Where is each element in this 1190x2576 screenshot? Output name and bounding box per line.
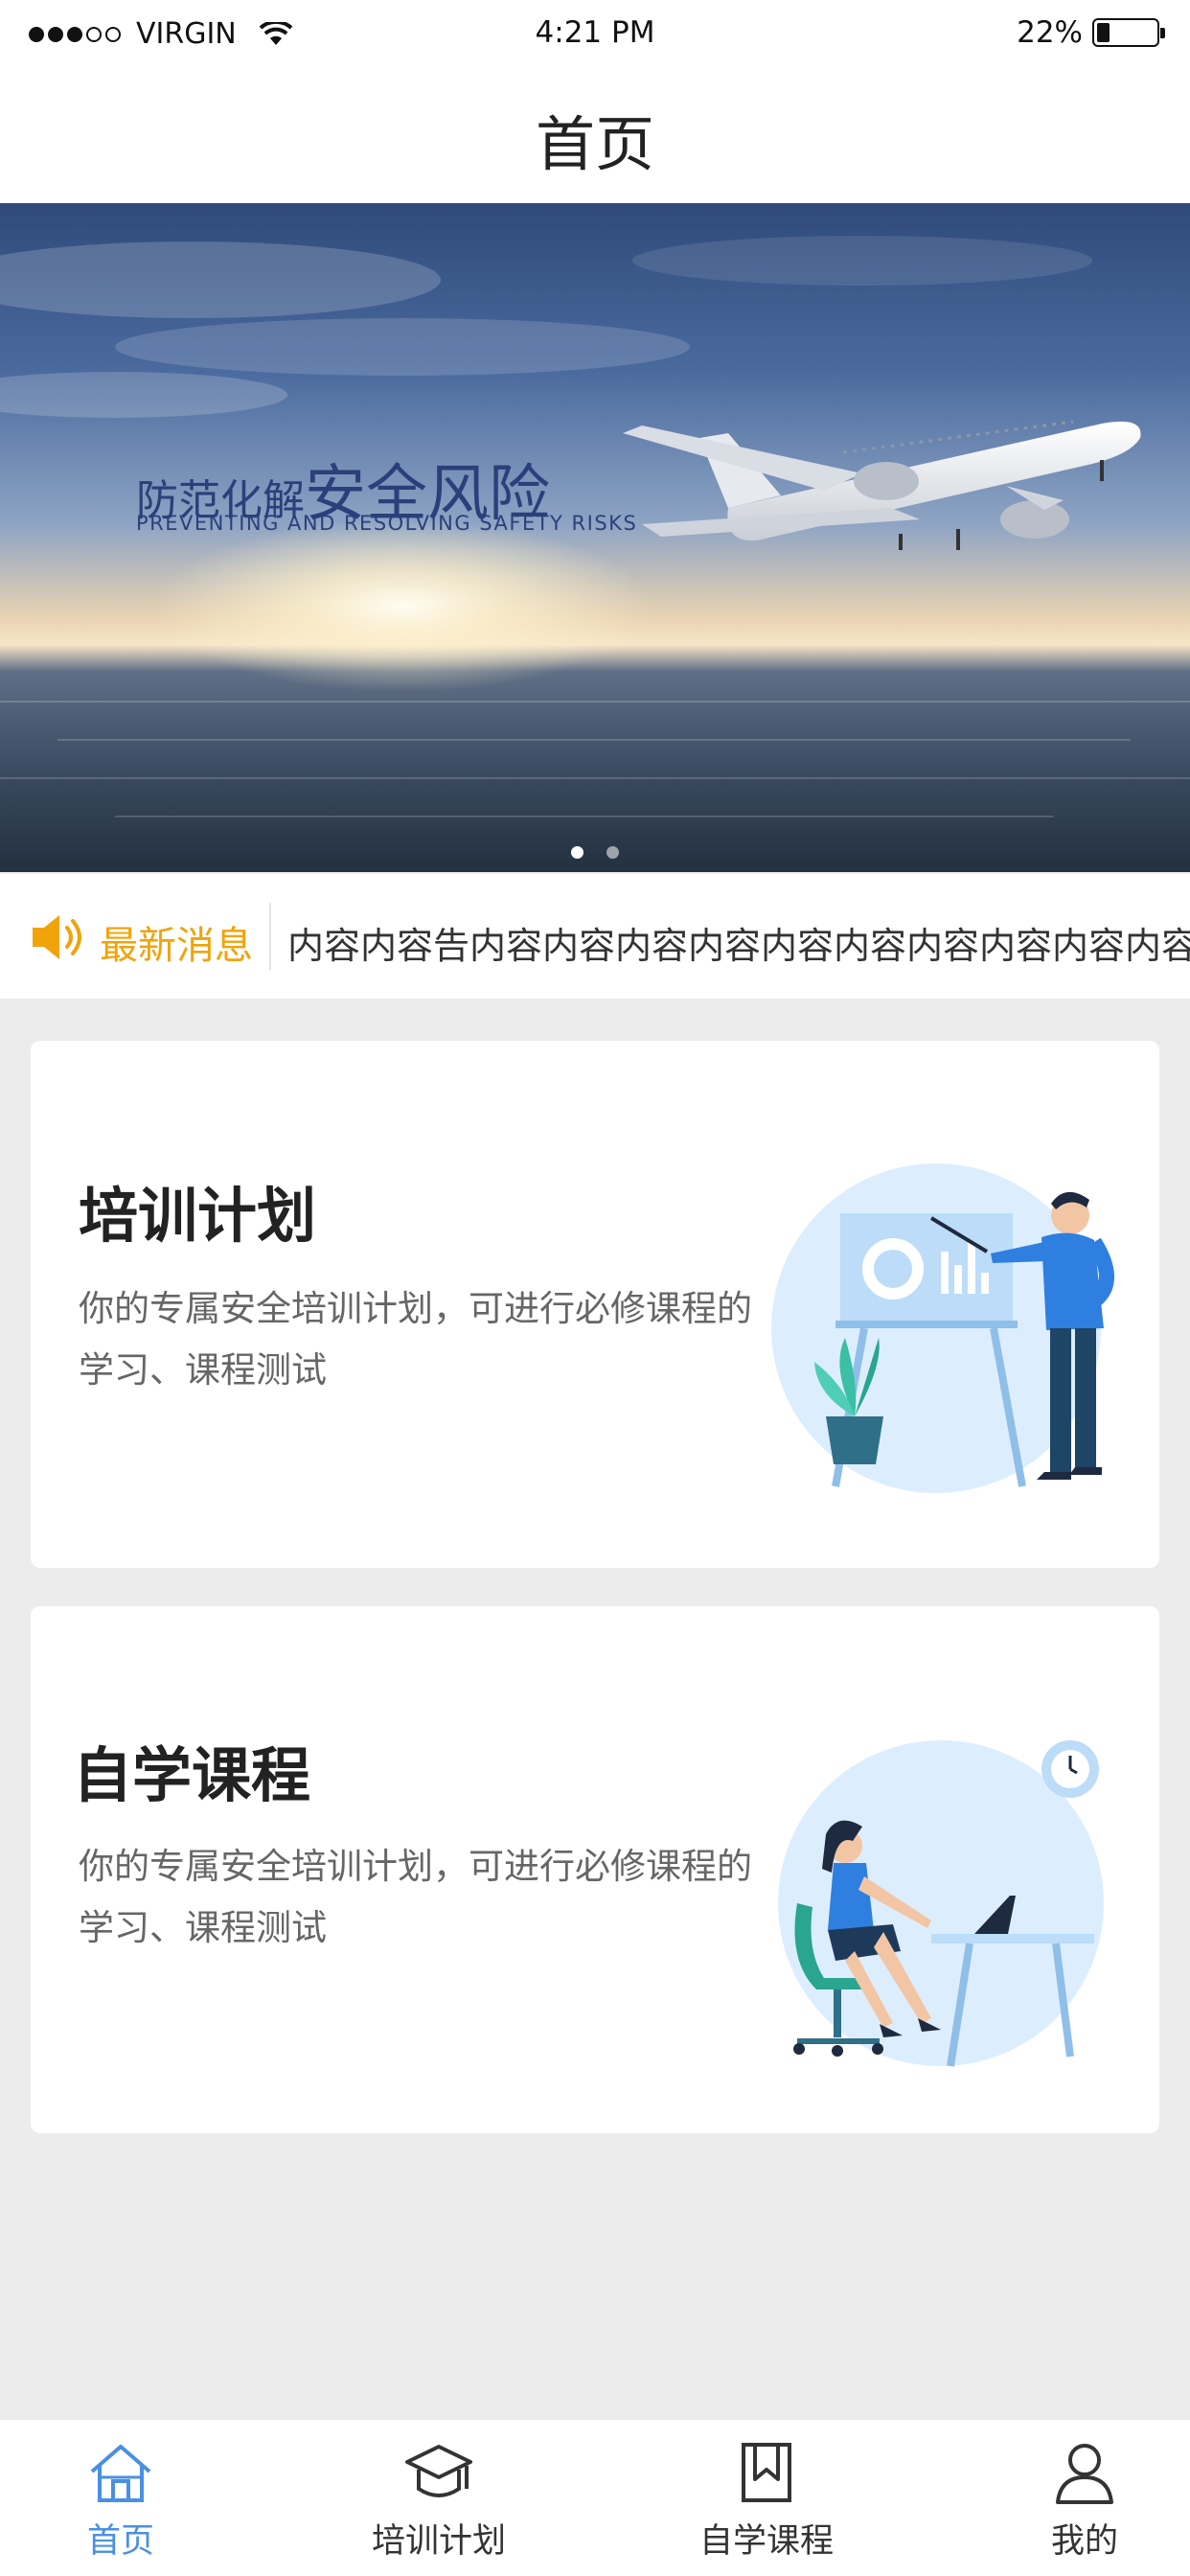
- tab-home[interactable]: 首页: [6, 2441, 236, 2563]
- page-title: 首页: [535, 109, 654, 179]
- tab-label: 首页: [86, 2522, 154, 2561]
- card-title: 自学课程: [73, 1740, 311, 1810]
- status-time: 4:21 PM: [535, 15, 655, 50]
- card-description: 你的专属安全培训计划，可进行必修课程的学习、课程测试: [79, 1288, 752, 1391]
- battery-icon: [1092, 18, 1165, 47]
- tab-self-study[interactable]: 自学课程: [652, 2441, 881, 2563]
- tab-bar: 首页 培训计划 自学课程 我的: [0, 2419, 1190, 2576]
- tab-label: 我的: [1050, 2522, 1118, 2561]
- banner-scene: [0, 236, 1190, 817]
- training-plan-card[interactable]: 培训计划 你的专属安全培训计划，可进行必修课程的学习、课程测试: [31, 1041, 1159, 1568]
- carousel-indicator[interactable]: [0, 846, 1190, 859]
- airplane-graphic: [623, 420, 1141, 550]
- carousel-dot[interactable]: [606, 846, 619, 859]
- notice-bar[interactable]: 最新消息 内容内容告内容内容内容内容内容内容内容内容内容内容内容: [0, 874, 1190, 999]
- teacher-whiteboard-illustration: [771, 1163, 1114, 1493]
- card-description: 你的专属安全培训计划，可进行必修课程的学习、课程测试: [79, 1846, 752, 1948]
- status-right: 22%: [1017, 15, 1165, 50]
- banner-carousel[interactable]: 防范化解 安全风险 PREVENTING AND RESOLVING SAFET…: [0, 203, 1190, 872]
- tab-mine[interactable]: 我的: [970, 2441, 1190, 2563]
- navigation-bar: 首页: [0, 69, 1190, 203]
- graduation-cap-icon: [405, 2445, 472, 2497]
- home-icon: [90, 2445, 151, 2502]
- battery-percent: 22%: [1017, 15, 1083, 50]
- speaker-icon: [33, 915, 81, 959]
- self-study-card[interactable]: 自学课程 你的专属安全培训计划，可进行必修课程的学习、课程测试: [31, 1606, 1159, 2133]
- book-icon: [742, 2443, 791, 2502]
- tab-training-plan[interactable]: 培训计划: [324, 2441, 554, 2563]
- tab-label: 自学课程: [698, 2522, 834, 2561]
- notice-text[interactable]: 内容内容告内容内容内容内容内容内容内容内容内容内容内容: [287, 916, 1190, 969]
- user-icon: [1056, 2444, 1113, 2504]
- banner-subtitle: PREVENTING AND RESOLVING SAFETY RISKS: [136, 512, 638, 535]
- carousel-dot[interactable]: [571, 846, 584, 859]
- tab-label: 培训计划: [371, 2522, 506, 2561]
- notice-divider: [269, 903, 271, 970]
- student-laptop-illustration: [778, 1740, 1104, 2067]
- notice-label: 最新消息: [100, 924, 253, 968]
- status-bar: VIRGIN 4:21 PM 22%: [0, 0, 1190, 69]
- card-title: 培训计划: [79, 1181, 317, 1251]
- battery-fill: [1097, 23, 1110, 42]
- home-page: VIRGIN 4:21 PM 22% 首页 防范化解 安全风险 PREVENTI…: [0, 0, 1190, 2576]
